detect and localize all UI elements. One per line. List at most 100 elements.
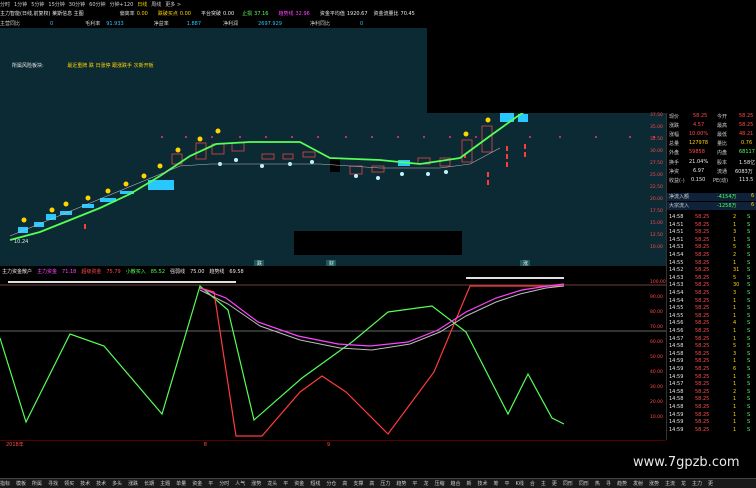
marker xyxy=(291,136,293,138)
indicator-chart[interactable]: 主力资金散户 主力资金 71.18 超级资金 75.79 小散买入 85.52 … xyxy=(0,268,666,440)
marker xyxy=(157,163,163,169)
indicator-tab[interactable]: K线 xyxy=(516,480,524,487)
indicator-tab[interactable]: 更 xyxy=(552,480,557,487)
indicator-axis: 100.00 90.00 80.00 70.00 60.00 50.00 40.… xyxy=(650,280,666,440)
inflow-value: -1258万 xyxy=(717,203,737,209)
info-label: 止损 xyxy=(242,11,253,17)
marker xyxy=(463,131,469,137)
indicator-tab[interactable]: 发射 xyxy=(633,480,643,487)
tick-p: 58.25 xyxy=(695,388,710,395)
indicator-tab[interactable]: 技术 xyxy=(478,480,488,487)
quote-row: 收益(-) 0.150 PE(动) 113.5 xyxy=(667,177,756,185)
info-label: 主营同比 xyxy=(0,21,21,27)
marker xyxy=(444,170,448,174)
period-tab[interactable]: 60分钟 xyxy=(89,1,105,8)
indicator-tab[interactable]: 趋势 xyxy=(617,480,627,487)
period-tab-extra[interactable]: 分钟+120 xyxy=(110,1,134,8)
period-tab[interactable]: 15分钟 xyxy=(48,1,64,8)
indicator-tab[interactable]: 技术 xyxy=(96,480,106,487)
indicator-tab[interactable]: 高 xyxy=(342,480,347,487)
inflow-tag: 6 xyxy=(751,193,755,199)
tick-t: 14:55 xyxy=(669,259,684,266)
indicator-tab[interactable]: 龙头 xyxy=(267,480,277,487)
tick-p: 58.25 xyxy=(695,335,710,342)
indicator-tab[interactable]: 单量 xyxy=(176,480,186,487)
tick-p: 58.25 xyxy=(695,358,710,365)
indicator-tab[interactable]: 支撑 xyxy=(353,480,363,487)
tick-t: 14:53 xyxy=(669,282,684,289)
axis-tick: 12.50 xyxy=(650,233,663,238)
indicator-tab[interactable]: 领买 xyxy=(64,480,74,487)
indicator-tab[interactable]: 合 xyxy=(530,480,535,487)
indicator-tab[interactable]: 更 xyxy=(708,480,713,487)
indicator-tab[interactable]: 多头 xyxy=(112,480,122,487)
tick-d: S xyxy=(747,404,751,410)
indicator-tab[interactable]: 涨势 xyxy=(251,480,261,487)
candle xyxy=(261,153,275,160)
period-tab[interactable]: 1分钟 xyxy=(14,1,27,8)
indicator-tab[interactable]: 龙 xyxy=(423,480,428,487)
indicator-tab[interactable]: 主力 xyxy=(692,480,702,487)
indicator-tab[interactable]: 分时 xyxy=(219,480,229,487)
indicator-tab[interactable]: 筹 xyxy=(494,480,499,487)
tick-t: 14:59 xyxy=(669,419,684,426)
indicator-tab[interactable]: 同形 xyxy=(563,480,573,487)
tick-v: 3 xyxy=(733,350,737,357)
low-price-label: 10.24 xyxy=(14,239,29,245)
indicator-tab[interactable]: 模板 xyxy=(16,480,26,487)
indicator-tab[interactable]: 资金 xyxy=(294,480,304,487)
quote-value: 0.76 xyxy=(741,140,753,146)
indicator-tab[interactable]: 分仓 xyxy=(326,480,336,487)
indicator-tab[interactable]: 压缩 xyxy=(434,480,444,487)
indicator-tab[interactable]: 指标 xyxy=(0,480,10,487)
indicator-tab[interactable]: 寻 xyxy=(606,480,611,487)
quote-value: 6.97 xyxy=(693,168,705,174)
indicator-tab[interactable]: 技术 xyxy=(80,480,90,487)
tick-p: 58.25 xyxy=(695,350,710,357)
indicator-tab[interactable]: 同形 xyxy=(579,480,589,487)
tick-v: 1 xyxy=(733,358,737,365)
info-label: 资金平均值 xyxy=(319,11,345,17)
indicator-tab[interactable]: 寻找 xyxy=(48,480,58,487)
indicator-tab[interactable]: 资金 xyxy=(192,480,202,487)
tick-d: S xyxy=(747,328,751,334)
indicator-tab[interactable]: 短线 xyxy=(310,480,320,487)
indicator-tab[interactable]: 高 xyxy=(369,480,374,487)
indicator-tab[interactable]: 平 xyxy=(412,480,417,487)
period-tab[interactable]: 分时 xyxy=(0,1,10,8)
indicator-tab[interactable]: 涨势 xyxy=(649,480,659,487)
marker xyxy=(371,136,373,138)
indicator-tab[interactable]: 主 xyxy=(541,480,546,487)
indicator-tab[interactable]: 主流 xyxy=(665,480,675,487)
indicator-tab[interactable]: 龙 xyxy=(681,480,686,487)
indicator-tab[interactable]: 平 xyxy=(283,480,288,487)
period-tab-active[interactable]: 日线 xyxy=(137,1,147,8)
period-tab[interactable]: 周线 xyxy=(151,1,161,8)
event-marker-label: 跌 xyxy=(257,261,263,267)
indicator-tab[interactable]: 长期 xyxy=(144,480,154,487)
indicator-tab[interactable]: 所属 xyxy=(32,480,42,487)
info-label: 偏离率 xyxy=(119,11,135,17)
period-tab[interactable]: 更多 > xyxy=(165,1,181,8)
indicator-tab[interactable]: 新 xyxy=(466,480,471,487)
axis-tick: 30.00 xyxy=(650,385,663,390)
tick-v: 1 xyxy=(733,328,737,334)
period-tab[interactable]: 30分钟 xyxy=(69,1,85,8)
indicator-tab[interactable]: 趋势 xyxy=(396,480,406,487)
indicator-tab[interactable]: 平 xyxy=(505,480,510,487)
indicator-tab[interactable]: 人气 xyxy=(235,480,245,487)
indicator-tab[interactable]: 热 xyxy=(595,480,600,487)
tick-d: S xyxy=(747,320,751,327)
quote-value: 113.5 xyxy=(739,177,754,183)
period-tab[interactable]: 5分钟 xyxy=(31,1,44,8)
indicator-tab[interactable]: 主题 xyxy=(160,480,170,487)
tick-t: 14:57 xyxy=(669,335,684,342)
indicator-tab[interactable]: 趋合 xyxy=(450,480,460,487)
tick-p: 58.25 xyxy=(695,343,710,350)
indicator-tab[interactable]: 压力 xyxy=(380,480,390,487)
marker xyxy=(265,136,267,138)
tick-t: 14:59 xyxy=(669,373,684,380)
marker xyxy=(345,136,347,138)
indicator-tab[interactable]: 平 xyxy=(208,480,213,487)
indicator-tab[interactable]: 涨跌 xyxy=(128,480,138,487)
